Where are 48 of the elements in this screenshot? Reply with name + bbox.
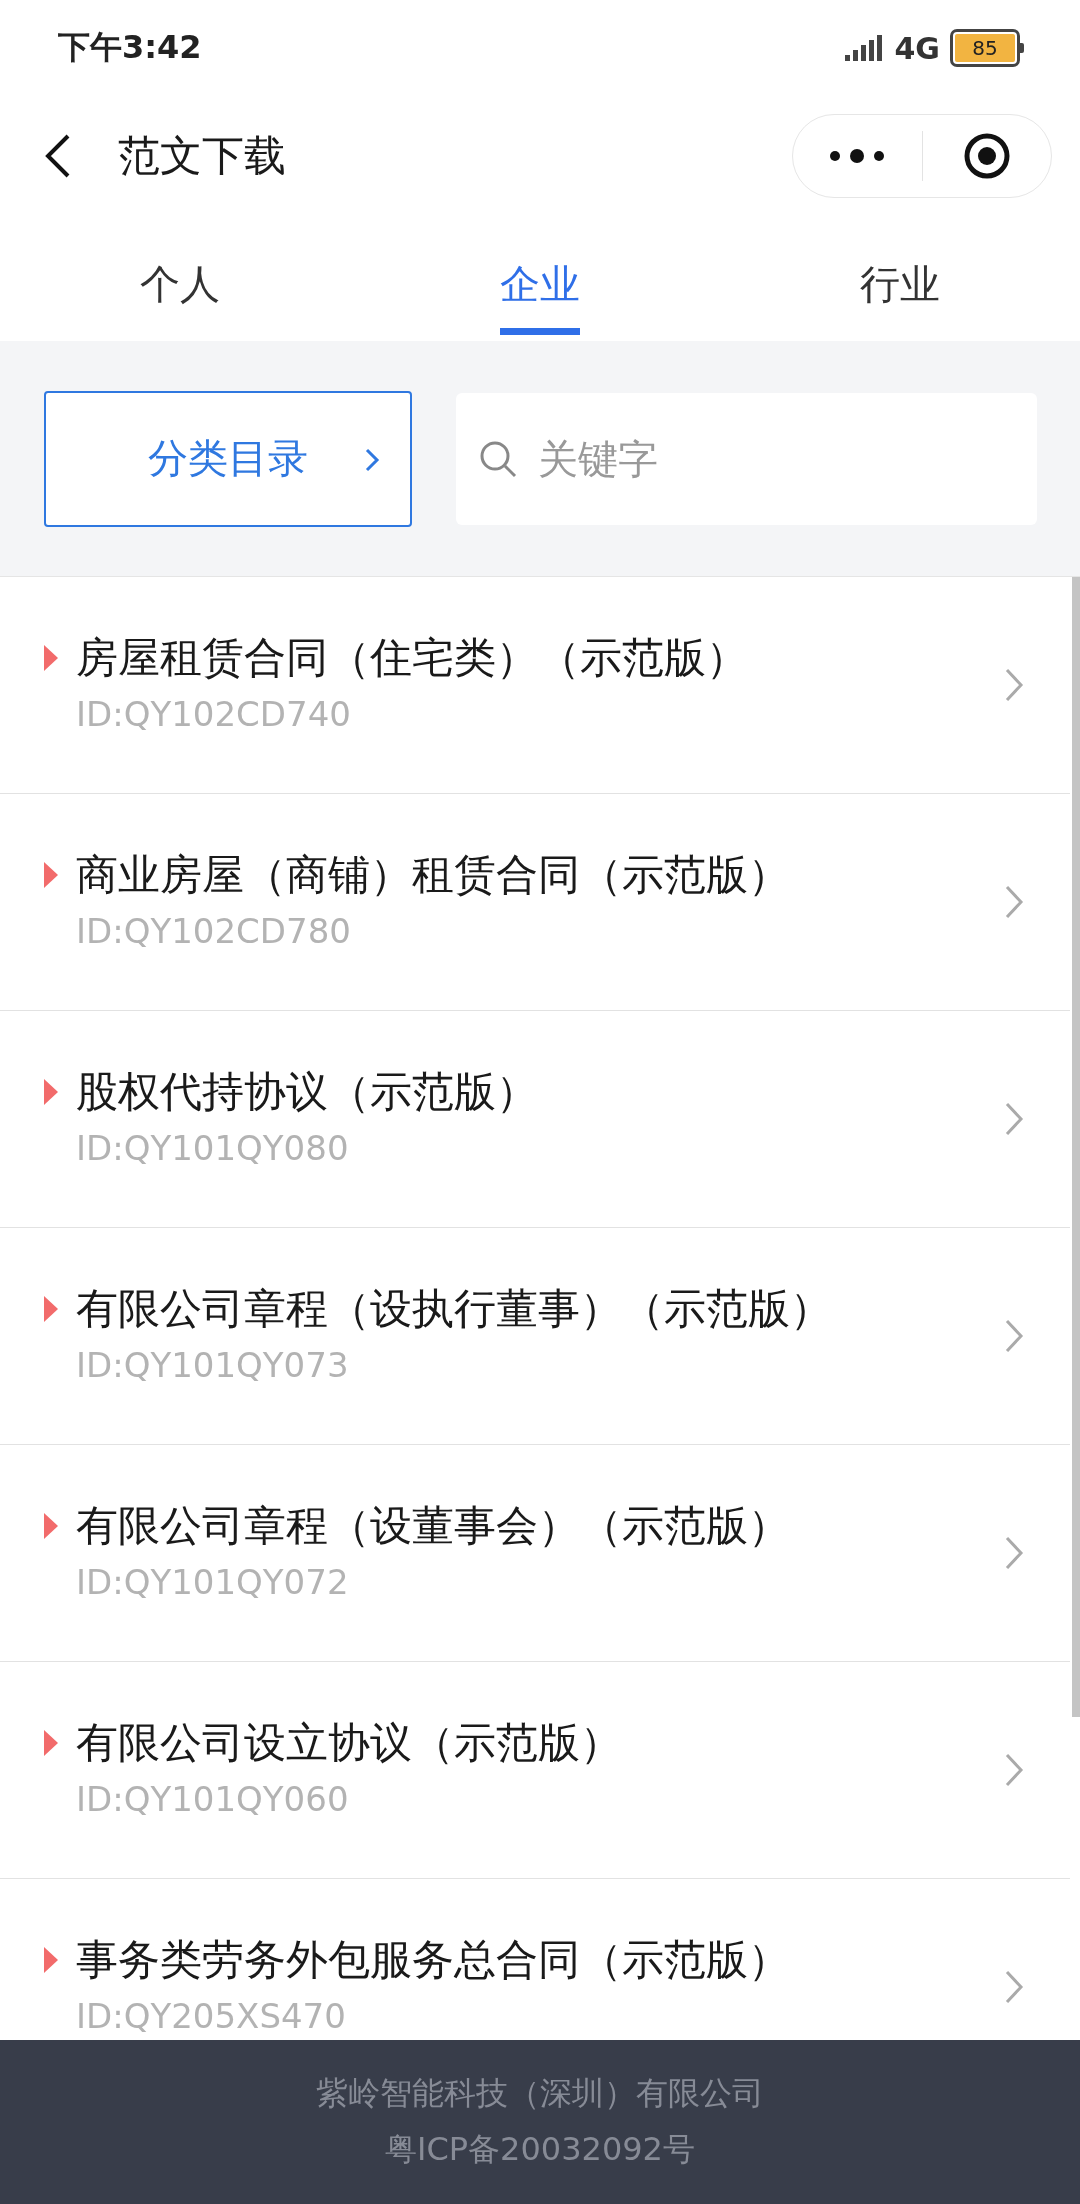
triangle-icon xyxy=(44,1296,58,1322)
triangle-icon xyxy=(44,862,58,888)
battery-level: 85 xyxy=(972,36,998,60)
document-id: ID:QY205XS470 xyxy=(76,1996,347,2036)
icp-number: 粤ICP备20032092号 xyxy=(385,2129,695,2170)
document-title: 股权代持协议（示范版） xyxy=(76,1066,538,1118)
chevron-icon xyxy=(1004,1535,1024,1571)
company-name: 紫岭智能科技（深圳）有限公司 xyxy=(316,2073,764,2114)
search-field[interactable]: 关键字 xyxy=(456,392,1037,525)
document-item[interactable]: 商业房屋（商铺）租赁合同（示范版） ID:QY102CD780 xyxy=(0,794,1070,1011)
document-title: 房屋租赁合同（住宅类）（示范版） xyxy=(76,632,748,684)
document-title: 有限公司章程（设执行董事）（示范版） xyxy=(76,1283,832,1335)
chevron-icon xyxy=(1004,1318,1024,1354)
document-id: ID:QY101QY060 xyxy=(76,1779,350,1819)
more-icon xyxy=(829,148,886,164)
status-time: 下午3:42 xyxy=(58,27,202,68)
document-title: 事务类劳务外包服务总合同（示范版） xyxy=(76,1934,790,1986)
document-id: ID:QY101QY072 xyxy=(76,1562,350,1602)
chevron-icon xyxy=(364,446,380,473)
triangle-icon xyxy=(44,1730,58,1756)
document-item[interactable]: 房屋租赁合同（住宅类）（示范版） ID:QY102CD740 xyxy=(0,577,1070,794)
signal-icon xyxy=(844,35,885,61)
chevron-icon xyxy=(1004,667,1024,703)
tab[interactable]: 个人 xyxy=(140,236,220,335)
triangle-icon xyxy=(44,645,58,671)
network-label: 4G xyxy=(894,30,940,66)
document-item[interactable]: 股权代持协议（示范版） ID:QY101QY080 xyxy=(0,1011,1070,1228)
chevron-icon xyxy=(1004,1101,1024,1137)
triangle-icon xyxy=(44,1947,58,1973)
document-title: 商业房屋（商铺）租赁合同（示范版） xyxy=(76,849,790,901)
chevron-icon xyxy=(1004,1969,1024,2005)
document-id: ID:QY101QY080 xyxy=(76,1128,350,1168)
document-title: 有限公司章程（设董事会）（示范版） xyxy=(76,1500,790,1552)
chevron-icon xyxy=(1004,1752,1024,1788)
page-title: 范文下载 xyxy=(118,130,287,182)
triangle-icon xyxy=(44,1513,58,1539)
triangle-icon xyxy=(44,1079,58,1105)
document-item[interactable]: 有限公司章程（设董事会）（示范版） ID:QY101QY072 xyxy=(0,1445,1070,1662)
document-id: ID:QY101QY073 xyxy=(76,1345,350,1385)
tab[interactable]: 行业 xyxy=(860,236,940,335)
document-id: ID:QY102CD740 xyxy=(76,694,352,734)
category-button[interactable]: 分类目录 xyxy=(44,390,412,527)
document-item[interactable]: 有限公司设立协议（示范版） ID:QY101QY060 xyxy=(0,1662,1070,1879)
document-title: 有限公司设立协议（示范版） xyxy=(76,1717,622,1769)
target-icon xyxy=(962,132,1011,180)
chevron-icon xyxy=(1004,884,1024,920)
document-item[interactable]: 有限公司章程（设执行董事）（示范版） ID:QY101QY073 xyxy=(0,1228,1070,1445)
document-id: ID:QY102CD780 xyxy=(76,911,352,951)
